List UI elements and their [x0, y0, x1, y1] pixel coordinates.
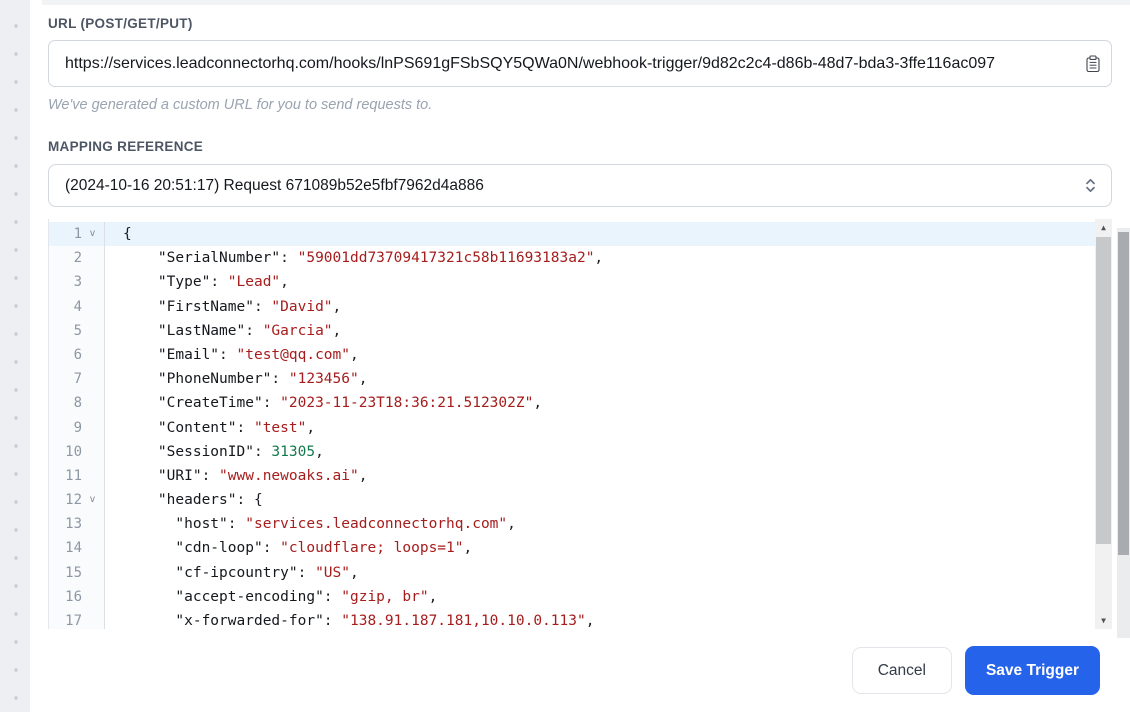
code-line[interactable]: 2 "SerialNumber": "59001dd73709417321c58…	[49, 246, 1095, 271]
code-line[interactable]: 5 "LastName": "Garcia",	[49, 318, 1095, 343]
webhook-url-field[interactable]: https://services.leadconnectorhq.com/hoo…	[48, 40, 1112, 87]
gutter-cell: 5	[49, 318, 105, 343]
line-number: 7	[73, 371, 82, 388]
code-line-text: "accept-encoding": "gzip, br",	[175, 588, 438, 605]
canvas-dot-background	[0, 0, 30, 712]
line-number: 13	[65, 516, 82, 533]
code-line[interactable]: 15 "cf-ipcountry": "US",	[49, 560, 1095, 585]
code-line[interactable]: 6 "Email": "test@qq.com",	[49, 342, 1095, 368]
gutter-cell: 2	[49, 246, 105, 271]
webhook-url-value: https://services.leadconnectorhq.com/hoo…	[65, 54, 996, 72]
code-line-text: "headers": {	[157, 492, 263, 509]
select-chevrons-icon	[1083, 177, 1098, 194]
gutter-cell: 1v	[49, 222, 105, 247]
code-lines: 1 v{2 "SerialNumber": "59001dd73709417321…	[49, 219, 1095, 629]
gutter-cell: 12 v	[49, 488, 105, 513]
cancel-button[interactable]: Cancel	[851, 647, 952, 694]
gutter-cell: 10	[49, 439, 105, 464]
code-line-text: "Content": "test",	[157, 419, 316, 436]
code-line-text: "FirstName": "David",	[157, 298, 342, 315]
line-number: 12	[65, 492, 82, 509]
mapping-reference-label: MAPPING REFERENCE	[48, 139, 204, 154]
code-line-text: {	[105, 222, 1095, 247]
editor-scrollbar[interactable]: ▲ ▼	[1095, 219, 1112, 629]
line-number: 8	[73, 395, 82, 412]
line-number: 11	[65, 467, 82, 484]
gutter-cell: 8	[49, 391, 105, 416]
code-line-text: "x-forwarded-for": "138.91.187.181,10.10…	[175, 613, 595, 629]
save-trigger-button[interactable]: Save Trigger	[964, 646, 1100, 695]
panel-top-edge	[42, 0, 1130, 5]
gutter-cell: 9	[49, 415, 105, 440]
code-line[interactable]: 4 "FirstName": "David",	[49, 294, 1095, 319]
code-line[interactable]: 8 "CreateTime": "2023-11-23T18:36:21.512…	[49, 391, 1095, 416]
panel-scrollbar-thumb[interactable]	[1118, 232, 1129, 555]
gutter-cell: 14	[49, 536, 105, 561]
code-line[interactable]: 9 "Content": "test",	[49, 415, 1095, 440]
scroll-up-icon[interactable]: ▲	[1095, 219, 1112, 236]
line-number: 2	[73, 250, 82, 267]
code-line[interactable]: 3 "Type": "Lead",	[49, 270, 1095, 295]
code-line-text: "SerialNumber": "59001dd73709417321c58b1…	[157, 250, 604, 267]
code-line[interactable]: 17 "x-forwarded-for": "138.91.187.181,10…	[49, 609, 1095, 629]
editor-scrollbar-thumb[interactable]	[1096, 237, 1111, 544]
line-number: 5	[73, 322, 82, 339]
code-line[interactable]: 1 v{	[49, 222, 1095, 247]
line-number: 17	[65, 613, 82, 629]
url-helper-text: We've generated a custom URL for you to …	[48, 97, 433, 113]
webhook-trigger-panel: URL (POST/GET/PUT) https://services.lead…	[30, 0, 1130, 695]
fold-arrow-icon[interactable]: v	[82, 488, 103, 512]
mapping-reference-select[interactable]: (2024-10-16 20:51:17) Request 671089b52e…	[48, 164, 1112, 207]
clipboard-icon[interactable]	[1083, 53, 1103, 75]
code-line[interactable]: 14 "cdn-loop": "cloudflare; loops=1",	[49, 536, 1095, 561]
gutter-cell: 7	[49, 367, 105, 392]
code-line[interactable]: 12 v "headers": {	[49, 488, 1095, 513]
gutter-cell: 16	[49, 584, 105, 609]
code-line-text: "host": "services.leadconnectorhq.com",	[175, 516, 516, 533]
line-number: 14	[65, 540, 82, 557]
fold-arrow-icon[interactable]: v	[82, 222, 103, 246]
line-number: 1	[73, 226, 82, 242]
code-line[interactable]: 11 "URI": "www.newoaks.ai",	[49, 463, 1095, 489]
gutter-cell: 6	[49, 342, 105, 368]
code-line-text: "SessionID": 31305,	[157, 443, 324, 460]
code-line-text: "LastName": "Garcia",	[157, 322, 342, 339]
code-line-text: "cdn-loop": "cloudflare; loops=1",	[175, 540, 473, 557]
code-line-text: "PhoneNumber": "123456",	[157, 371, 368, 388]
line-number: 3	[73, 274, 82, 291]
line-number: 6	[73, 346, 82, 363]
line-number: 9	[73, 419, 82, 436]
panel-scrollbar[interactable]	[1117, 228, 1130, 638]
code-line-text: "cf-ipcountry": "US",	[175, 564, 359, 581]
code-line[interactable]: 13 "host": "services.leadconnectorhq.com…	[49, 512, 1095, 537]
gutter-cell: 3	[49, 270, 105, 295]
code-line[interactable]: 7 "PhoneNumber": "123456",	[49, 367, 1095, 392]
code-line[interactable]: 10 "SessionID": 31305,	[49, 439, 1095, 464]
gutter-cell: 17	[49, 609, 105, 629]
gutter-cell: 11	[49, 463, 105, 489]
gutter-cell: 15	[49, 560, 105, 585]
gutter-cell: 4	[49, 294, 105, 319]
line-number: 10	[65, 443, 82, 460]
scroll-down-icon[interactable]: ▼	[1095, 612, 1112, 629]
code-line[interactable]: 16 "accept-encoding": "gzip, br",	[49, 584, 1095, 609]
footer-actions: Cancel Save Trigger	[48, 646, 1112, 695]
mapping-reference-selected-value: (2024-10-16 20:51:17) Request 671089b52e…	[65, 176, 484, 194]
code-line-text: "URI": "www.newoaks.ai",	[157, 467, 368, 484]
gutter-cell: 13	[49, 512, 105, 537]
code-line-text: "Email": "test@qq.com",	[157, 346, 359, 363]
code-line-text: "Type": "Lead",	[157, 274, 289, 291]
line-number: 16	[65, 588, 82, 605]
json-code-editor[interactable]: 1 v{2 "SerialNumber": "59001dd73709417321…	[48, 219, 1112, 629]
code-line-text: "CreateTime": "2023-11-23T18:36:21.51230…	[157, 395, 543, 412]
line-number: 4	[73, 298, 82, 315]
url-label: URL (POST/GET/PUT)	[48, 16, 193, 31]
line-number: 15	[65, 564, 82, 581]
